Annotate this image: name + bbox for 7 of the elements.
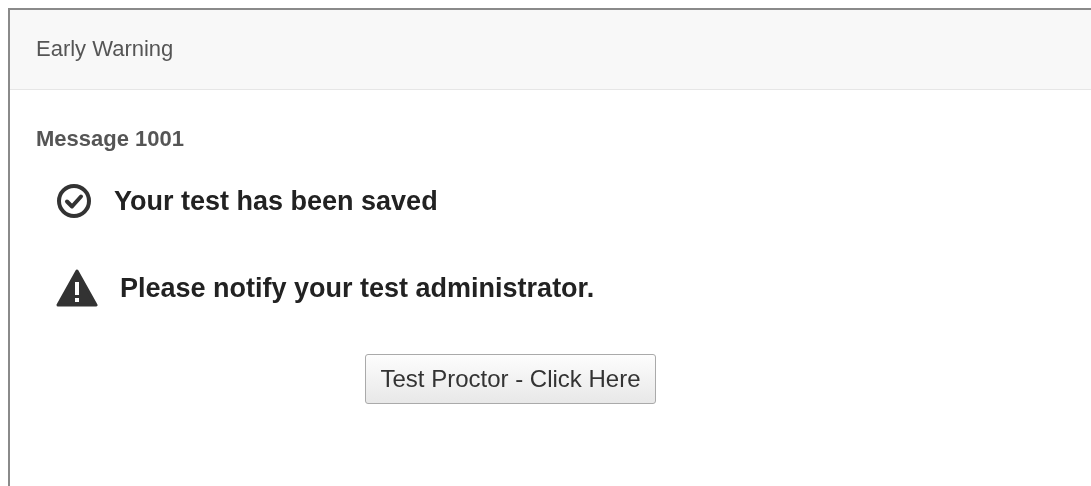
test-proctor-button[interactable]: Test Proctor - Click Here [365,354,656,404]
panel-title: Early Warning [36,36,174,61]
notice-text: Your test has been saved [114,185,438,218]
notice-text: Please notify your test administrator. [120,271,595,305]
message-heading: Message 1001 [36,125,185,153]
check-circle-icon [56,183,92,220]
warning-icon [56,268,98,307]
